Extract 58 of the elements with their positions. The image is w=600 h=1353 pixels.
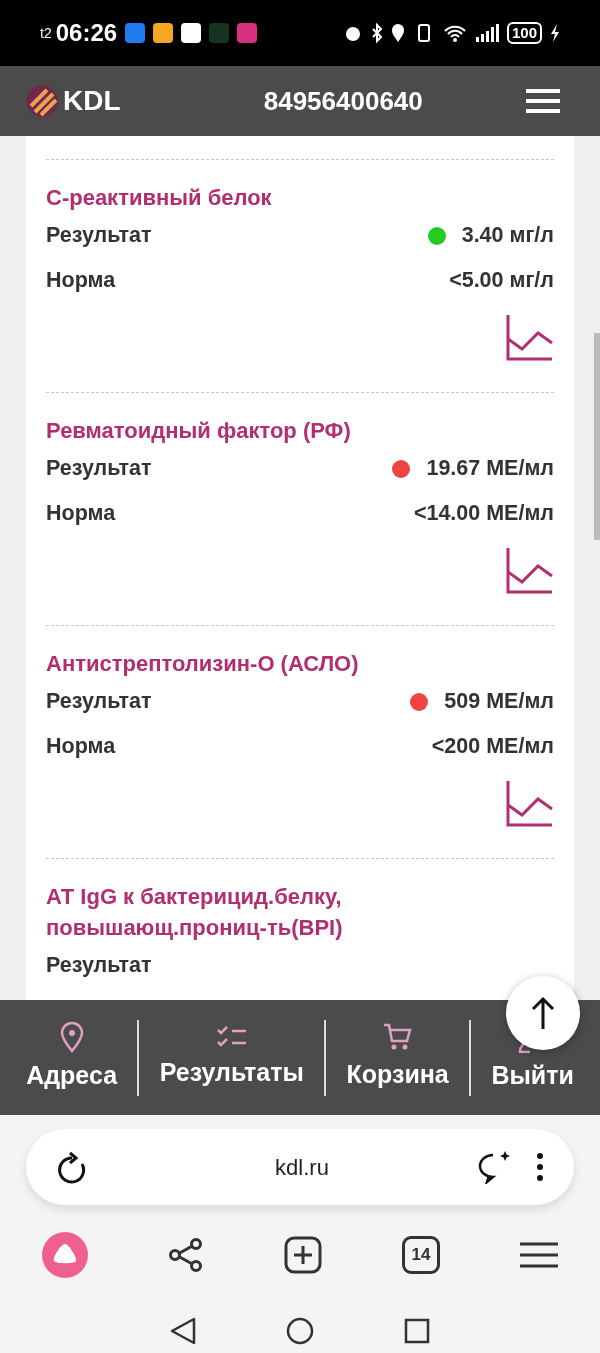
- battery-level: 100: [506, 22, 542, 44]
- url-text: kdl.ru: [275, 1153, 329, 1182]
- wifi-icon: [442, 23, 467, 43]
- chart-icon[interactable]: [506, 313, 554, 361]
- recents-icon[interactable]: [404, 1318, 430, 1344]
- norm-label: Норма: [46, 267, 116, 295]
- assistant-chat-icon[interactable]: [476, 1150, 512, 1184]
- norm-value: <14.00 МЕ/мл: [413, 500, 554, 528]
- test-title: С-реактивный белок: [46, 184, 273, 212]
- app-notification-icon: [209, 23, 230, 43]
- address-bar[interactable]: kdl.ru: [26, 1129, 574, 1205]
- result-value: 509 МЕ/мл: [444, 688, 554, 716]
- bluetooth-icon: [370, 23, 383, 43]
- test-title: АТ IgG к бактерицид.белку, повышающ.прониц-ть(BPI): [46, 883, 344, 942]
- result-value: 19.67 МЕ/мл: [426, 455, 554, 483]
- app-notification-icon: [181, 23, 202, 43]
- norm-label: Норма: [46, 733, 116, 761]
- app-notification-icon: [125, 23, 146, 43]
- chart-icon[interactable]: [506, 779, 554, 827]
- location-icon: [58, 1020, 85, 1053]
- nav-tab[interactable]: Результаты: [159, 1053, 304, 1092]
- signal-icon: [474, 23, 499, 43]
- result-label: Результат: [46, 688, 152, 716]
- logo-text: KDL: [63, 84, 121, 118]
- menu-icon[interactable]: [520, 1241, 558, 1269]
- norm-value: <5.00 мг/л: [449, 267, 554, 295]
- result-label: Результат: [46, 952, 152, 980]
- tabs-count[interactable]: 14: [402, 1236, 440, 1274]
- scrollbar[interactable]: [594, 333, 600, 540]
- new-tab-icon[interactable]: [284, 1236, 322, 1274]
- carrier-label: t2: [40, 23, 52, 43]
- location-icon: [390, 23, 405, 43]
- arrow-up-icon: [531, 996, 555, 1030]
- charging-icon: [550, 23, 560, 43]
- share-icon[interactable]: [168, 1237, 204, 1273]
- result-label: Результат: [46, 222, 152, 250]
- clock: 06:26: [55, 18, 118, 48]
- test-title: Ревматоидный фактор (РФ): [46, 417, 352, 445]
- app-notification-icon: [237, 23, 258, 43]
- result-label: Результат: [46, 455, 152, 483]
- nav-tab[interactable]: Выйти: [491, 1056, 574, 1095]
- back-icon[interactable]: [170, 1317, 196, 1345]
- logo-icon: [25, 84, 59, 118]
- norm-label: Норма: [46, 500, 116, 528]
- nav-tab[interactable]: Адреса: [26, 1056, 118, 1095]
- assistant-icon[interactable]: [42, 1232, 88, 1278]
- reload-icon[interactable]: [56, 1150, 88, 1184]
- nav-tab[interactable]: Корзина: [346, 1055, 449, 1094]
- more-icon[interactable]: [536, 1152, 544, 1182]
- cart-icon: [382, 1021, 413, 1052]
- phone-link[interactable]: 84956400640: [263, 81, 423, 121]
- result-value: 3.40 мг/л: [461, 222, 554, 250]
- scroll-up-button[interactable]: [506, 976, 580, 1050]
- app-notification-icon: [153, 23, 174, 43]
- home-icon[interactable]: [286, 1317, 314, 1345]
- test-title: Антистрептолизин-О (АСЛО): [46, 650, 360, 678]
- norm-value: <200 МЕ/мл: [431, 733, 554, 761]
- chart-icon[interactable]: [506, 546, 554, 594]
